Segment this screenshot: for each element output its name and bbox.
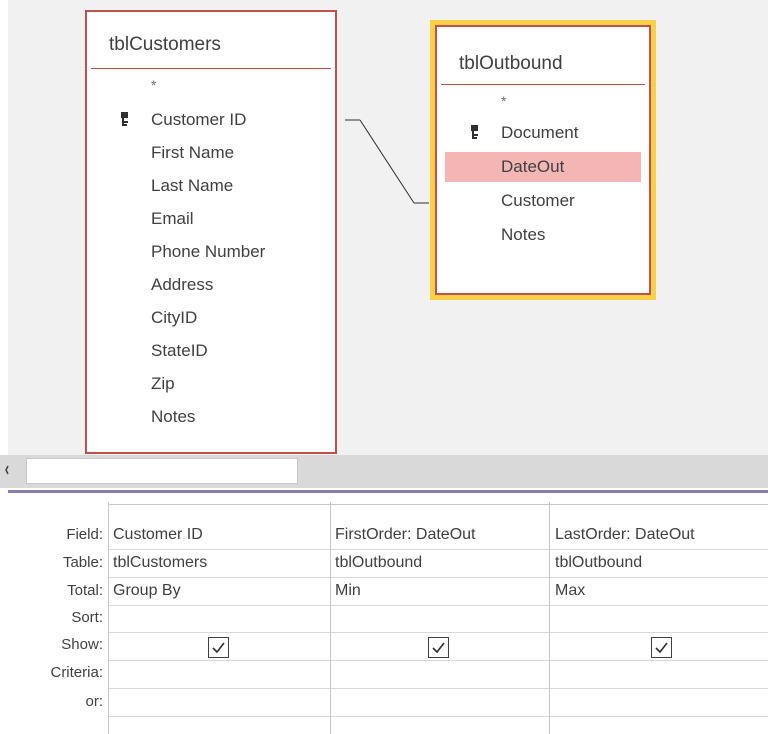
total-cell[interactable]: Max bbox=[555, 582, 585, 600]
grid-column-2 bbox=[330, 502, 331, 734]
field-customer-id[interactable]: Customer ID bbox=[87, 105, 335, 135]
table-selection-highlight: tblOutbound * Document DateOut Customer … bbox=[430, 20, 656, 300]
grid-column-1 bbox=[108, 502, 109, 734]
table-cell[interactable]: tblOutbound bbox=[555, 554, 642, 572]
row-label-show: Show: bbox=[61, 636, 103, 653]
divider bbox=[441, 84, 645, 85]
field-cell[interactable]: LastOrder: DateOut bbox=[555, 526, 695, 544]
field-notes[interactable]: Notes bbox=[87, 402, 335, 432]
grid-row-divider bbox=[108, 549, 768, 550]
field-document[interactable]: Document bbox=[437, 118, 649, 148]
table-window-outbound[interactable]: tblOutbound * Document DateOut Customer … bbox=[435, 25, 651, 295]
show-checkbox[interactable] bbox=[208, 637, 229, 658]
field-cityid[interactable]: CityID bbox=[87, 303, 335, 333]
field-last-name[interactable]: Last Name bbox=[87, 171, 335, 201]
table-cell[interactable]: tblOutbound bbox=[335, 554, 422, 572]
grid-row-divider bbox=[108, 660, 768, 661]
field-address[interactable]: Address bbox=[87, 270, 335, 300]
table-window-customers[interactable]: tblCustomers * Customer ID First Name La… bbox=[85, 10, 337, 454]
grid-row-divider bbox=[108, 605, 768, 606]
checkmark-icon bbox=[432, 642, 445, 654]
field-dateout[interactable]: DateOut bbox=[445, 152, 641, 182]
row-label-field: Field: bbox=[66, 526, 103, 543]
table-title: tblCustomers bbox=[109, 34, 221, 55]
query-design-grid: Field: Table: Total: Sort: Show: Criteri… bbox=[0, 500, 768, 734]
show-checkbox[interactable] bbox=[428, 637, 449, 658]
row-label-or: or: bbox=[85, 693, 103, 710]
row-label-table: Table: bbox=[62, 554, 103, 571]
total-cell[interactable]: Group By bbox=[113, 582, 181, 600]
field-zip[interactable]: Zip bbox=[87, 369, 335, 399]
grid-column-3 bbox=[549, 502, 550, 734]
row-label-criteria: Criteria: bbox=[50, 664, 103, 681]
checkmark-icon bbox=[212, 642, 225, 654]
field-all[interactable]: * bbox=[437, 86, 649, 116]
field-label: Customer ID bbox=[151, 110, 247, 129]
pane-splitter[interactable] bbox=[8, 490, 768, 493]
show-checkbox[interactable] bbox=[651, 637, 672, 658]
grid-top-border bbox=[108, 504, 768, 505]
field-first-name[interactable]: First Name bbox=[87, 138, 335, 168]
field-phone-number[interactable]: Phone Number bbox=[87, 237, 335, 267]
key-icon bbox=[121, 112, 130, 128]
divider bbox=[91, 68, 331, 69]
field-cell[interactable]: Customer ID bbox=[113, 526, 203, 544]
grid-row-divider bbox=[108, 577, 768, 578]
key-icon bbox=[471, 125, 480, 141]
field-cell[interactable]: FirstOrder: DateOut bbox=[335, 526, 475, 544]
table-title: tblOutbound bbox=[459, 53, 563, 74]
grid-row-divider bbox=[108, 716, 768, 717]
field-notes[interactable]: Notes bbox=[437, 220, 649, 250]
horizontal-scrollbar[interactable] bbox=[0, 455, 768, 488]
row-label-total: Total: bbox=[67, 582, 103, 599]
field-customer[interactable]: Customer bbox=[437, 186, 649, 216]
scrollbar-thumb[interactable] bbox=[26, 458, 298, 484]
checkmark-icon bbox=[655, 642, 668, 654]
field-stateid[interactable]: StateID bbox=[87, 336, 335, 366]
grid-row-divider bbox=[108, 688, 768, 689]
field-email[interactable]: Email bbox=[87, 204, 335, 234]
grid-row-divider bbox=[108, 632, 768, 633]
scroll-left-icon[interactable] bbox=[4, 461, 10, 479]
row-label-sort: Sort: bbox=[71, 609, 103, 626]
field-all[interactable]: * bbox=[87, 70, 335, 100]
total-cell[interactable]: Min bbox=[335, 582, 361, 600]
query-design-area: tblCustomers * Customer ID First Name La… bbox=[8, 0, 768, 458]
field-label: Document bbox=[501, 123, 579, 142]
table-cell[interactable]: tblCustomers bbox=[113, 554, 207, 572]
